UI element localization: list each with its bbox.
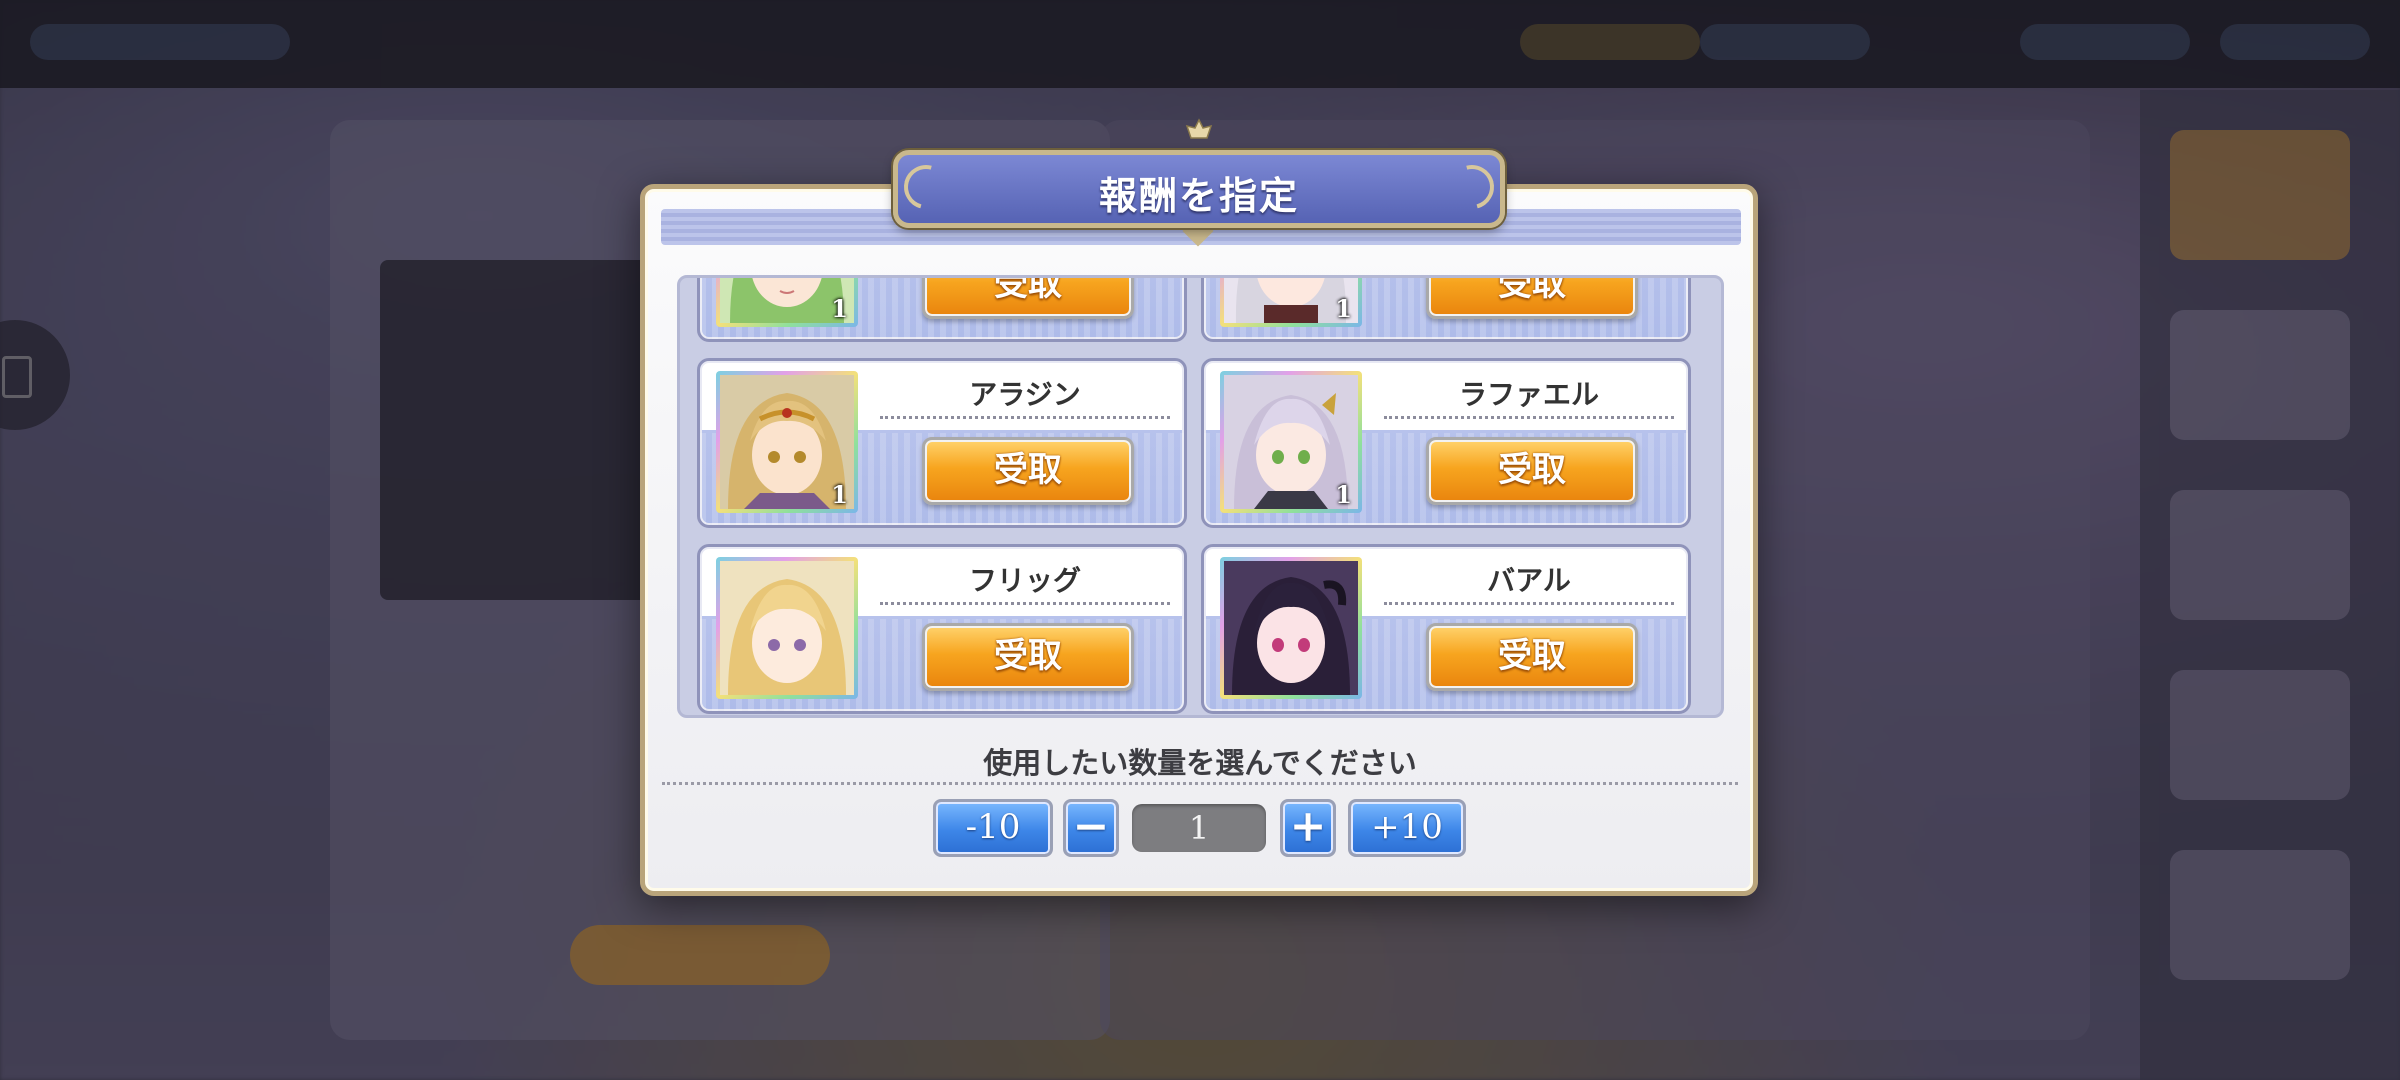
dialog-title: 報酬を指定 xyxy=(1098,173,1299,218)
claim-button[interactable]: 受取 xyxy=(1426,623,1638,691)
minus-10-button[interactable]: -10 xyxy=(933,799,1053,857)
character-name: フリッグ xyxy=(968,564,1081,597)
name-divider xyxy=(1384,416,1674,419)
quantity-prompt: 使用したい数量を選んでください xyxy=(983,746,1417,780)
item-quantity: 1 xyxy=(831,480,848,509)
plus-10-button[interactable]: +10 xyxy=(1348,799,1466,857)
quantity-divider xyxy=(662,782,1738,785)
claim-button[interactable]: 受取 xyxy=(1426,278,1638,319)
reward-row: 1 アラジン 受取 1 ラファエル 受取 xyxy=(697,358,1707,528)
reward-card: バアル 受取 xyxy=(1201,544,1691,714)
name-divider xyxy=(880,602,1170,605)
name-divider xyxy=(1384,602,1674,605)
character-portrait[interactable]: 1 xyxy=(1220,371,1362,513)
reward-card: 1 受取 xyxy=(697,278,1187,342)
quantity-value: 1 xyxy=(1132,804,1266,852)
item-quantity: 1 xyxy=(1335,294,1352,323)
reward-card: フリッグ 受取 xyxy=(697,544,1187,714)
dialog-title-plate: 報酬を指定 xyxy=(893,150,1505,228)
character-portrait[interactable] xyxy=(716,557,858,699)
crown-ornament-icon xyxy=(1185,118,1213,146)
reward-row: 1 受取 1 受取 xyxy=(697,278,1707,342)
claim-button[interactable]: 受取 xyxy=(922,278,1134,319)
character-name: バアル xyxy=(1487,564,1571,597)
reward-list[interactable]: 1 受取 1 受取 1 アラジン 受取 1 ラファエル 受取 フリッグ 受取 バ… xyxy=(677,275,1724,718)
item-quantity: 1 xyxy=(831,294,848,323)
plus-icon[interactable]: + xyxy=(1280,799,1336,857)
item-quantity: 1 xyxy=(1335,480,1352,509)
character-name: ラファエル xyxy=(1458,378,1599,411)
character-name: アラジン xyxy=(969,378,1081,411)
claim-button[interactable]: 受取 xyxy=(922,437,1134,505)
claim-button[interactable]: 受取 xyxy=(1426,437,1638,505)
reward-card: 1 アラジン 受取 xyxy=(697,358,1187,528)
reward-card: 1 ラファエル 受取 xyxy=(1201,358,1691,528)
character-portrait[interactable]: 1 xyxy=(1220,278,1362,327)
character-portrait[interactable] xyxy=(1220,557,1362,699)
reward-row: フリッグ 受取 バアル 受取 xyxy=(697,544,1707,714)
name-divider xyxy=(880,416,1170,419)
character-portrait[interactable]: 1 xyxy=(716,278,858,327)
claim-button[interactable]: 受取 xyxy=(922,623,1134,691)
minus-icon[interactable]: − xyxy=(1063,799,1119,857)
reward-card: 1 受取 xyxy=(1201,278,1691,342)
character-portrait[interactable]: 1 xyxy=(716,371,858,513)
